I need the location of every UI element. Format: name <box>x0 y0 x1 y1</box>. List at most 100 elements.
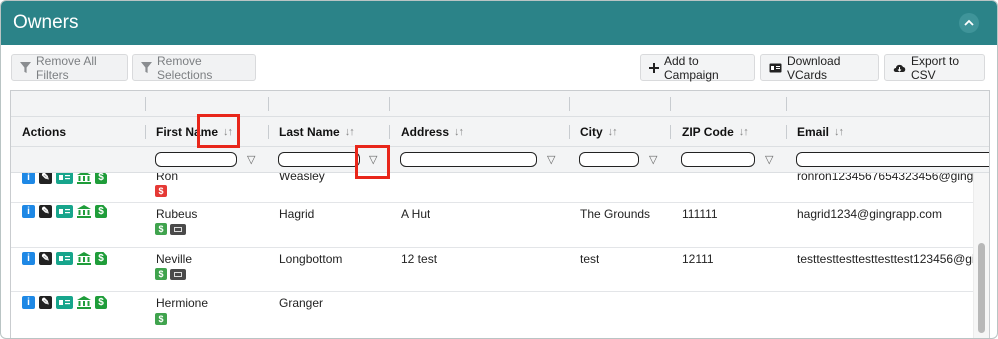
invoice-file-icon[interactable]: $ <box>95 173 107 184</box>
remove-selections-label: Remove Selections <box>157 53 213 82</box>
invoice-file-icon[interactable]: $ <box>95 296 107 309</box>
edit-icon[interactable]: ✎ <box>39 296 52 309</box>
sort-icon[interactable]: ↓↑ <box>345 126 355 138</box>
ticket-icon <box>170 223 186 235</box>
table-row[interactable]: i ✎ $ Neville $ Longbottom 12 test test … <box>11 248 973 292</box>
info-icon[interactable]: i <box>22 205 35 218</box>
table-row[interactable]: i ✎ $ Hermione $ Granger <box>11 292 973 338</box>
email-cell: testtesttesttesttesttest123456@gingrapp.… <box>797 252 973 266</box>
column-header-city[interactable]: City ↓↑ <box>580 117 618 147</box>
owner-badges: $ <box>155 268 186 280</box>
address-filter-input[interactable] <box>400 152 537 167</box>
table-header: Actions First Name ↓↑ Last Name ↓↑ Addre… <box>11 117 989 147</box>
paid-dollar-icon: $ <box>155 313 167 325</box>
panel-title: Owners <box>13 12 79 33</box>
highlight-last-name-filter <box>355 145 390 179</box>
column-label: Address <box>401 125 450 139</box>
last-name-filter-input[interactable] <box>278 152 360 167</box>
last-name-cell: Granger <box>279 296 324 310</box>
zip-code-cell: 12111 <box>682 252 714 266</box>
column-label: City <box>580 125 603 139</box>
bank-icon[interactable] <box>77 173 91 184</box>
export-csv-label: Export to CSV <box>911 53 960 82</box>
remove-all-filters-button[interactable]: Remove All Filters <box>11 53 128 82</box>
owner-badges: $ <box>155 223 186 235</box>
unpaid-dollar-icon: $ <box>155 185 167 197</box>
filter-icon[interactable]: ▽ <box>547 154 555 166</box>
download-vcards-label: Download VCards <box>787 53 841 82</box>
info-icon[interactable]: i <box>22 173 35 184</box>
table-scrollbar[interactable] <box>973 173 989 338</box>
email-cell: hagrid1234@gingrapp.com <box>797 207 942 221</box>
row-actions: i ✎ $ <box>22 252 107 265</box>
invoice-file-icon[interactable]: $ <box>95 252 107 265</box>
table-row[interactable]: i ✎ $ Rubeus $ Hagrid A Hut The Grounds … <box>11 203 973 248</box>
email-filter-input[interactable] <box>796 152 989 167</box>
export-csv-button[interactable]: Export to CSV <box>884 53 985 82</box>
sort-icon[interactable]: ↓↑ <box>454 126 464 138</box>
id-card-icon[interactable] <box>56 296 73 309</box>
edit-icon[interactable]: ✎ <box>39 173 52 184</box>
owners-panel: Owners Remove All Filters Remove Selecti… <box>0 0 998 339</box>
id-card-icon[interactable] <box>56 252 73 265</box>
table-body: i ✎ $ Ron $ Weasley ronron12345676543234… <box>11 173 989 338</box>
owner-badges: $ <box>155 185 167 197</box>
city-cell: test <box>580 252 600 266</box>
first-name-cell: Hermione <box>156 296 209 310</box>
sort-icon[interactable]: ↓↑ <box>834 126 844 138</box>
plus-icon <box>649 62 659 73</box>
cloud-download-icon <box>893 64 906 72</box>
sort-icon[interactable]: ↓↑ <box>608 126 618 138</box>
city-cell: The Grounds <box>580 207 651 221</box>
id-card-icon[interactable] <box>56 205 73 218</box>
filter-icon[interactable]: ▽ <box>649 154 657 166</box>
id-card-icon[interactable] <box>56 173 73 184</box>
bank-icon[interactable] <box>77 205 91 218</box>
edit-icon[interactable]: ✎ <box>39 205 52 218</box>
sort-icon[interactable]: ↓↑ <box>739 126 749 138</box>
column-header-address[interactable]: Address ↓↑ <box>401 117 464 147</box>
toolbar: Remove All Filters Remove Selections Add… <box>11 54 987 82</box>
info-icon[interactable]: i <box>22 296 35 309</box>
filter-icon <box>20 62 31 73</box>
highlight-first-name-sort <box>197 114 240 148</box>
chevron-up-icon <box>964 19 974 26</box>
info-icon[interactable]: i <box>22 252 35 265</box>
add-to-campaign-label: Add to Campaign <box>664 53 719 82</box>
address-cell: A Hut <box>401 207 431 221</box>
email-cell: ronron1234567654323456@gingrapp.com <box>797 173 973 183</box>
filter-icon[interactable]: ▽ <box>247 154 255 166</box>
column-header-zip-code[interactable]: ZIP Code ↓↑ <box>682 117 749 147</box>
filter-icon <box>141 62 152 73</box>
zip-code-cell: 111111 <box>682 207 718 221</box>
add-to-campaign-button[interactable]: Add to Campaign <box>640 53 755 82</box>
scrollbar-thumb[interactable] <box>978 243 985 333</box>
column-header-last-name[interactable]: Last Name ↓↑ <box>279 117 355 147</box>
collapse-button[interactable] <box>959 13 979 33</box>
remove-selections-button[interactable]: Remove Selections <box>132 53 256 82</box>
zip-code-filter-input[interactable] <box>681 152 755 167</box>
filter-icon[interactable]: ▽ <box>765 154 773 166</box>
ticket-icon <box>170 268 186 280</box>
first-name-cell: Ron <box>156 173 179 183</box>
bank-icon[interactable] <box>77 296 91 309</box>
column-label: ZIP Code <box>682 125 734 139</box>
table-row[interactable]: i ✎ $ Ron $ Weasley ronron12345676543234… <box>11 173 973 203</box>
row-actions: i ✎ $ <box>22 205 107 218</box>
download-vcards-button[interactable]: Download VCards <box>760 53 879 82</box>
edit-icon[interactable]: ✎ <box>39 252 52 265</box>
column-group-band <box>11 91 989 117</box>
row-actions: i ✎ $ <box>22 296 107 309</box>
last-name-cell: Hagrid <box>279 207 315 221</box>
column-header-email[interactable]: Email ↓↑ <box>797 117 844 147</box>
paid-dollar-icon: $ <box>155 223 167 235</box>
first-name-cell: Neville <box>156 252 193 266</box>
invoice-file-icon[interactable]: $ <box>95 205 107 218</box>
city-filter-input[interactable] <box>579 152 639 167</box>
id-card-icon <box>769 63 782 72</box>
last-name-cell: Longbottom <box>279 252 343 266</box>
remove-all-filters-label: Remove All Filters <box>36 53 97 82</box>
address-cell: 12 test <box>401 252 438 266</box>
bank-icon[interactable] <box>77 252 91 265</box>
first-name-filter-input[interactable] <box>155 152 237 167</box>
